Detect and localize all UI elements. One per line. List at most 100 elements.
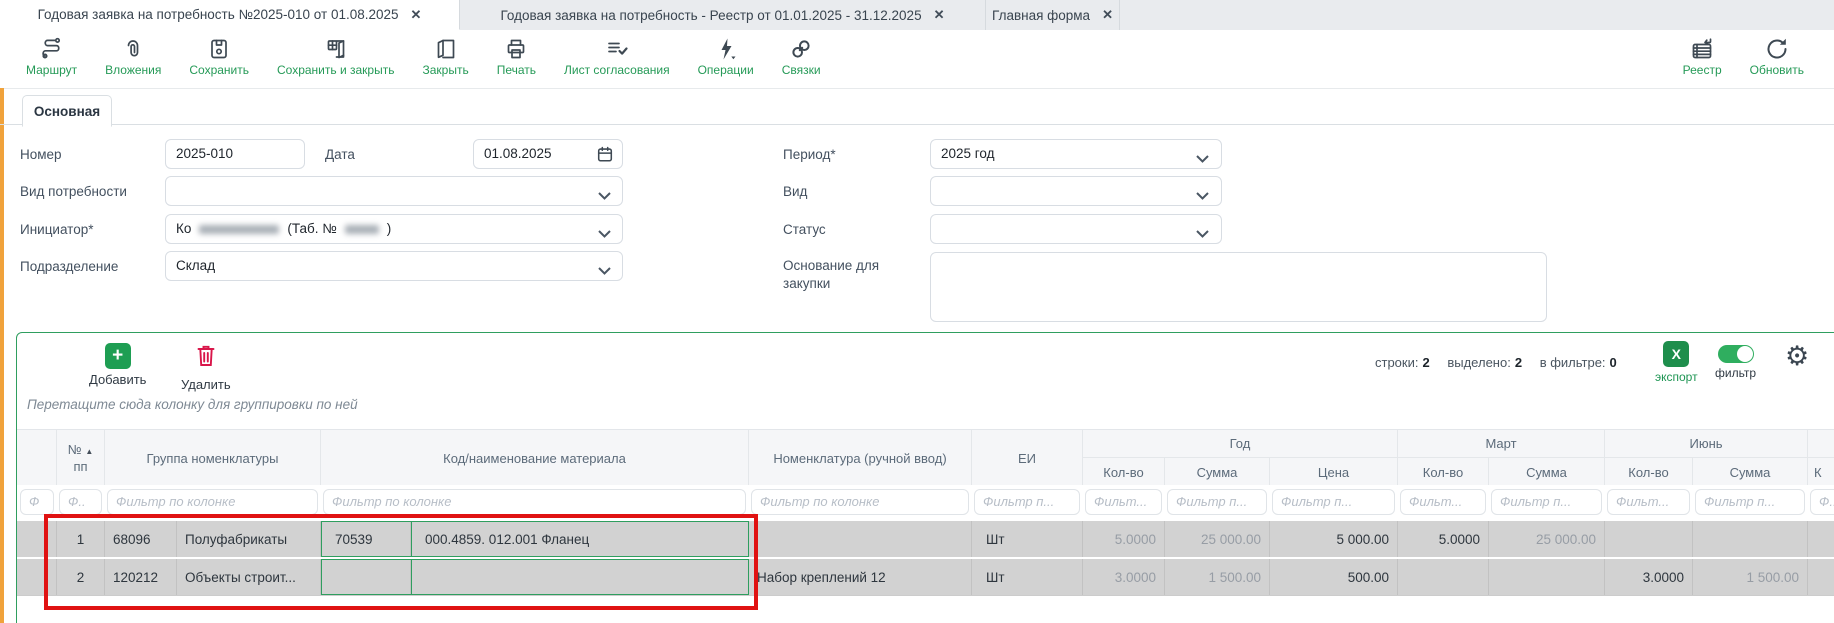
chevron-down-icon[interactable] xyxy=(1196,187,1209,205)
filter-toggle[interactable]: фильтр xyxy=(1715,345,1756,380)
delete-row-button[interactable]: Удалить xyxy=(181,343,231,392)
content-accent-bar xyxy=(0,88,4,623)
reason-label-line1: Основание для xyxy=(783,258,879,273)
header-group-june: Июнь xyxy=(1605,430,1808,458)
cell-year-price[interactable]: 500.00 xyxy=(1270,559,1398,595)
print-button[interactable]: Печать xyxy=(497,37,536,77)
lightning-icon xyxy=(714,37,738,61)
close-icon[interactable]: ✕ xyxy=(934,7,945,23)
chevron-down-icon[interactable] xyxy=(598,187,611,205)
cell-ei[interactable]: Шт xyxy=(972,521,1083,557)
tab-label: Годовая заявка на потребность №2025-010 … xyxy=(38,7,399,22)
header-year-price[interactable]: Цена xyxy=(1270,458,1398,486)
approval-sheet-button[interactable]: Лист согласования xyxy=(564,37,670,77)
excel-export-icon: X xyxy=(1663,341,1689,367)
export-excel-button[interactable]: X экспорт xyxy=(1655,341,1698,384)
filter-input-material[interactable]: Фильтр по колонке xyxy=(323,489,746,515)
reason-textarea[interactable] xyxy=(930,252,1547,322)
cell-june-sum[interactable]: 1 500.00 xyxy=(1693,559,1808,595)
header-manual[interactable]: Номенклатура (ручной ввод) xyxy=(749,430,972,486)
need-type-select[interactable] xyxy=(165,176,623,206)
filter-input-june-qty[interactable]: Фильт... xyxy=(1607,489,1690,515)
attachments-button[interactable]: Вложения xyxy=(105,37,161,77)
add-row-button[interactable]: + Добавить xyxy=(89,343,146,387)
header-group-cut xyxy=(1808,430,1834,458)
links-button[interactable]: Связки xyxy=(782,37,821,77)
header-group-year: Год xyxy=(1083,430,1398,458)
chevron-down-icon[interactable] xyxy=(1196,225,1209,243)
status-select[interactable] xyxy=(930,214,1222,244)
operations-button[interactable]: Операции xyxy=(698,37,754,77)
tab-annual-request-registry[interactable]: Годовая заявка на потребность - Реестр о… xyxy=(460,0,986,30)
filter-input-year-qty[interactable]: Фильт... xyxy=(1085,489,1162,515)
registry-button[interactable]: Реестр xyxy=(1683,37,1722,77)
cell-manual[interactable] xyxy=(749,521,972,557)
cell-year-price[interactable]: 5 000.00 xyxy=(1270,521,1398,557)
header-cut-col[interactable]: К xyxy=(1808,458,1834,486)
close-icon[interactable]: ✕ xyxy=(411,7,422,23)
filter-input-year-price[interactable]: Фильтр п... xyxy=(1272,489,1395,515)
tab-osnovnaya[interactable]: Основная xyxy=(22,95,112,127)
header-material[interactable]: Код/наименование материала xyxy=(321,430,749,486)
tab-annual-request-doc[interactable]: Годовая заявка на потребность №2025-010 … xyxy=(0,0,460,30)
header-march-qty[interactable]: Кол-во xyxy=(1398,458,1489,486)
toolbar-label: Обновить xyxy=(1750,63,1804,77)
chevron-down-icon[interactable] xyxy=(1196,150,1209,168)
header-june-sum[interactable]: Сумма xyxy=(1693,458,1808,486)
cell-march-qty[interactable]: 5.0000 xyxy=(1398,521,1489,557)
app-window: Годовая заявка на потребность №2025-010 … xyxy=(0,0,1834,623)
kind-select[interactable] xyxy=(930,176,1222,206)
cell-march-qty[interactable] xyxy=(1398,559,1489,595)
toolbar-label: Реестр xyxy=(1683,63,1722,77)
chevron-down-icon[interactable] xyxy=(598,262,611,280)
cell-cut[interactable] xyxy=(1808,559,1834,595)
filter-input-manual[interactable]: Фильтр по колонке xyxy=(751,489,969,515)
cell-march-sum[interactable] xyxy=(1489,559,1605,595)
cell-june-sum[interactable] xyxy=(1693,521,1808,557)
cell-year-sum[interactable]: 25 000.00 xyxy=(1165,521,1270,557)
rows-count-label: строки: xyxy=(1375,355,1418,370)
header-year-qty[interactable]: Кол-во xyxy=(1083,458,1165,486)
refresh-button[interactable]: Обновить xyxy=(1750,37,1804,77)
cell-june-qty[interactable]: 3.0000 xyxy=(1605,559,1693,595)
filter-input-num[interactable]: Ф.. xyxy=(59,489,102,515)
filter-input-marker[interactable]: Ф xyxy=(20,489,54,515)
cell-year-qty[interactable]: 3.0000 xyxy=(1083,559,1165,595)
cell-cut[interactable] xyxy=(1808,521,1834,557)
number-input[interactable]: 2025-010 xyxy=(165,139,305,169)
filter-input-june-sum[interactable]: Фильтр п... xyxy=(1695,489,1805,515)
save-and-close-button[interactable]: Сохранить и закрыть xyxy=(277,37,394,77)
tab-main-form[interactable]: Главная форма ✕ xyxy=(986,0,1120,30)
header-group[interactable]: Группа номенклатуры xyxy=(105,430,321,486)
annotation-highlight-box xyxy=(44,514,758,610)
cell-ei[interactable]: Шт xyxy=(972,559,1083,595)
cell-june-qty[interactable] xyxy=(1605,521,1693,557)
department-select[interactable]: Склад xyxy=(165,251,623,281)
chevron-down-icon[interactable] xyxy=(598,225,611,243)
cell-year-sum[interactable]: 1 500.00 xyxy=(1165,559,1270,595)
close-icon[interactable]: ✕ xyxy=(1102,7,1113,23)
calendar-icon[interactable] xyxy=(596,145,614,168)
filter-input-group[interactable]: Фильтр по колонке xyxy=(107,489,318,515)
reason-label-line2: закупки xyxy=(783,276,830,291)
header-year-sum[interactable]: Сумма xyxy=(1165,458,1270,486)
header-num[interactable]: № ▲пп xyxy=(57,430,105,486)
gear-icon[interactable]: ⚙ xyxy=(1785,343,1809,370)
filter-input-cut[interactable]: Ф... xyxy=(1810,489,1834,515)
header-ei[interactable]: ЕИ xyxy=(972,430,1083,486)
filter-input-year-sum[interactable]: Фильтр п... xyxy=(1167,489,1267,515)
route-button[interactable]: Маршрут xyxy=(26,37,77,77)
cell-manual[interactable]: Набор креплений 12 xyxy=(749,559,972,595)
filter-input-ei[interactable]: Фильтр п... xyxy=(974,489,1080,515)
cell-march-sum[interactable]: 25 000.00 xyxy=(1489,521,1605,557)
redacted-text xyxy=(199,225,279,234)
filter-input-march-qty[interactable]: Фильт... xyxy=(1400,489,1486,515)
cell-year-qty[interactable]: 5.0000 xyxy=(1083,521,1165,557)
header-june-qty[interactable]: Кол-во xyxy=(1605,458,1693,486)
initiator-select[interactable]: Ко(Таб. №) xyxy=(165,214,623,244)
header-march-sum[interactable]: Сумма xyxy=(1489,458,1605,486)
period-select[interactable]: 2025 год xyxy=(930,139,1222,169)
filter-input-march-sum[interactable]: Фильтр п... xyxy=(1491,489,1602,515)
save-button[interactable]: Сохранить xyxy=(189,37,249,77)
close-button[interactable]: Закрыть xyxy=(422,37,468,77)
